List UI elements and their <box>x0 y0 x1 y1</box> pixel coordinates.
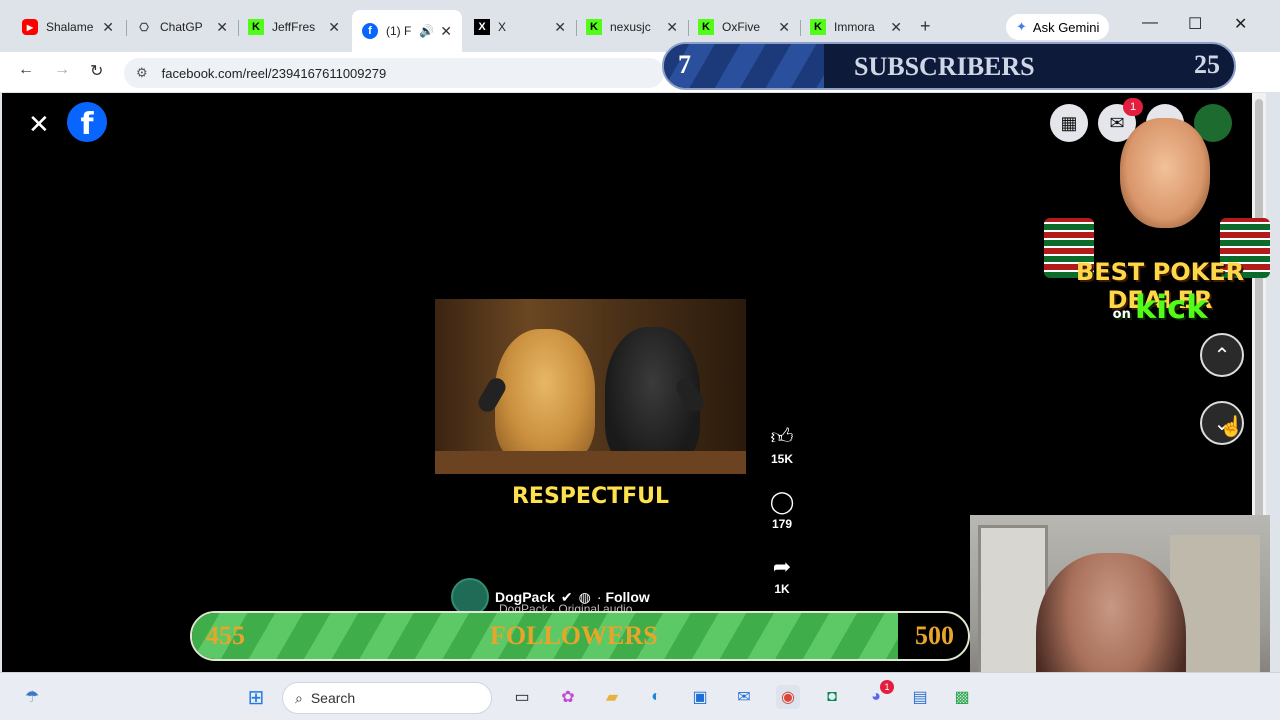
app-icon[interactable]: ▩ <box>950 685 974 709</box>
close-tab-icon[interactable]: ✕ <box>666 19 678 36</box>
tab-chatgpt[interactable]: ⎔ ChatGP ✕ <box>126 10 238 44</box>
subscriber-goal: 25 <box>1194 50 1220 79</box>
youtube-icon: ▶ <box>22 19 38 35</box>
chevron-up-icon: ⌃ <box>1213 344 1231 367</box>
tab-facebook[interactable]: f (1) F 🔊 ✕ <box>352 10 462 52</box>
task-view-icon[interactable]: ▭ <box>510 685 534 709</box>
search-icon: ⌕ <box>295 689 303 706</box>
close-tab-icon[interactable]: ✕ <box>890 19 902 36</box>
windows-start-icon[interactable]: ⊞ <box>244 685 268 709</box>
share-count: 1K <box>774 582 790 596</box>
taskbar-search[interactable]: ⌕ Search <box>282 682 492 714</box>
close-window-button[interactable]: ✕ <box>1234 14 1247 34</box>
subscriber-goal-bar: 7 SUBSCRIBERS 25 <box>662 42 1236 90</box>
address-bar[interactable]: ⚙ facebook.com/reel/2394167611009279 <box>124 58 664 88</box>
facebook-logo[interactable]: f <box>67 102 107 142</box>
close-tab-icon[interactable]: ✕ <box>102 19 114 36</box>
tab-kick-immora[interactable]: K Immora ✕ <box>800 10 912 44</box>
share-button[interactable]: ➦ 1K <box>762 554 802 596</box>
close-tab-icon[interactable]: ✕ <box>440 23 452 40</box>
forward-button[interactable]: → <box>54 61 70 79</box>
kick-app-icon[interactable]: ◘ <box>820 685 844 709</box>
store-icon[interactable]: ▣ <box>688 685 712 709</box>
url-text: facebook.com/reel/2394167611009279 <box>161 65 387 81</box>
poker-dealer-overlay: BEST POKER DEALER on kick <box>1038 108 1278 330</box>
follower-label: FOLLOWERS <box>490 621 658 650</box>
file-explorer-icon[interactable]: ▰ <box>600 685 624 709</box>
reload-button[interactable]: ↻ <box>90 61 103 81</box>
discord-badge: 1 <box>880 680 894 694</box>
dealer-caricature-image <box>1120 118 1210 228</box>
hand-cursor-icon: ☝ <box>1219 416 1244 438</box>
back-button[interactable]: ← <box>18 61 34 79</box>
kick-icon: K <box>698 19 714 35</box>
copilot-icon[interactable]: ✿ <box>556 685 580 709</box>
kick-icon: K <box>810 19 826 35</box>
follower-current: 455 <box>206 621 245 650</box>
thumbs-up-icon: 👍︎ <box>770 424 794 449</box>
facebook-icon: f <box>362 23 378 39</box>
follower-goal-bar: 455 FOLLOWERS 500 <box>190 611 970 661</box>
close-tab-icon[interactable]: ✕ <box>554 19 566 36</box>
follower-goal: 500 <box>915 621 954 650</box>
x-icon: X <box>474 19 490 35</box>
chatgpt-icon: ⎔ <box>139 21 149 34</box>
reel-video[interactable] <box>435 299 746 474</box>
tab-kick-oxfive[interactable]: K OxFive ✕ <box>688 10 800 44</box>
comment-count: 179 <box>771 517 793 531</box>
reel-caption: RESPECTFUL <box>511 484 670 509</box>
golden-retriever-image <box>495 329 595 464</box>
notepad-icon[interactable]: ▤ <box>908 685 932 709</box>
subscriber-current: 7 <box>678 50 691 79</box>
close-tab-icon[interactable]: ✕ <box>216 19 228 36</box>
weather-icon[interactable]: ☂ <box>20 685 44 709</box>
comment-button[interactable]: ◯ 179 <box>762 489 802 531</box>
minimize-button[interactable]: — <box>1142 14 1158 32</box>
like-count: 15K <box>770 452 793 466</box>
tab-x[interactable]: X X ✕ <box>464 10 576 44</box>
tab-kick-nexus[interactable]: K nexusjc ✕ <box>576 10 688 44</box>
previous-reel-button[interactable]: ⌃ <box>1200 333 1244 377</box>
kick-icon: K <box>586 19 602 35</box>
chrome-icon[interactable]: ◉ <box>776 685 800 709</box>
comment-icon: ◯ <box>769 489 795 514</box>
ask-gemini-button[interactable]: ✦ Ask Gemini <box>1006 14 1110 40</box>
like-button[interactable]: 👍︎ 15K <box>762 424 802 466</box>
windows-taskbar: ☂ ⊞ ⌕ Search ▭ ✿ ▰ ◐ ▣ ✉ ◉ ◘ ◕ ▤ ▩ <box>0 672 1280 720</box>
speaker-icon[interactable]: 🔊 <box>419 24 434 38</box>
tab-kick-jeff[interactable]: K JeffFres ✕ <box>238 10 350 44</box>
subscriber-label: SUBSCRIBERS <box>854 52 1035 81</box>
close-tab-icon[interactable]: ✕ <box>328 19 340 36</box>
gemini-icon: ✦ <box>1016 19 1027 34</box>
outlook-icon[interactable]: ✉ <box>732 685 756 709</box>
poker-brand: on kick <box>1112 288 1208 326</box>
site-info-icon[interactable]: ⚙ <box>136 65 148 81</box>
desk-image <box>435 451 746 474</box>
edge-icon[interactable]: ◐ <box>644 685 668 709</box>
maximize-button[interactable]: ☐ <box>1188 14 1202 34</box>
share-icon: ➦ <box>772 554 792 579</box>
close-reel-icon[interactable]: ✕ <box>28 109 50 140</box>
close-tab-icon[interactable]: ✕ <box>778 19 790 36</box>
new-tab-button[interactable]: + <box>920 16 931 37</box>
tab-youtube[interactable]: ▶ Shalame ✕ <box>12 10 124 44</box>
kick-icon: K <box>248 19 264 35</box>
